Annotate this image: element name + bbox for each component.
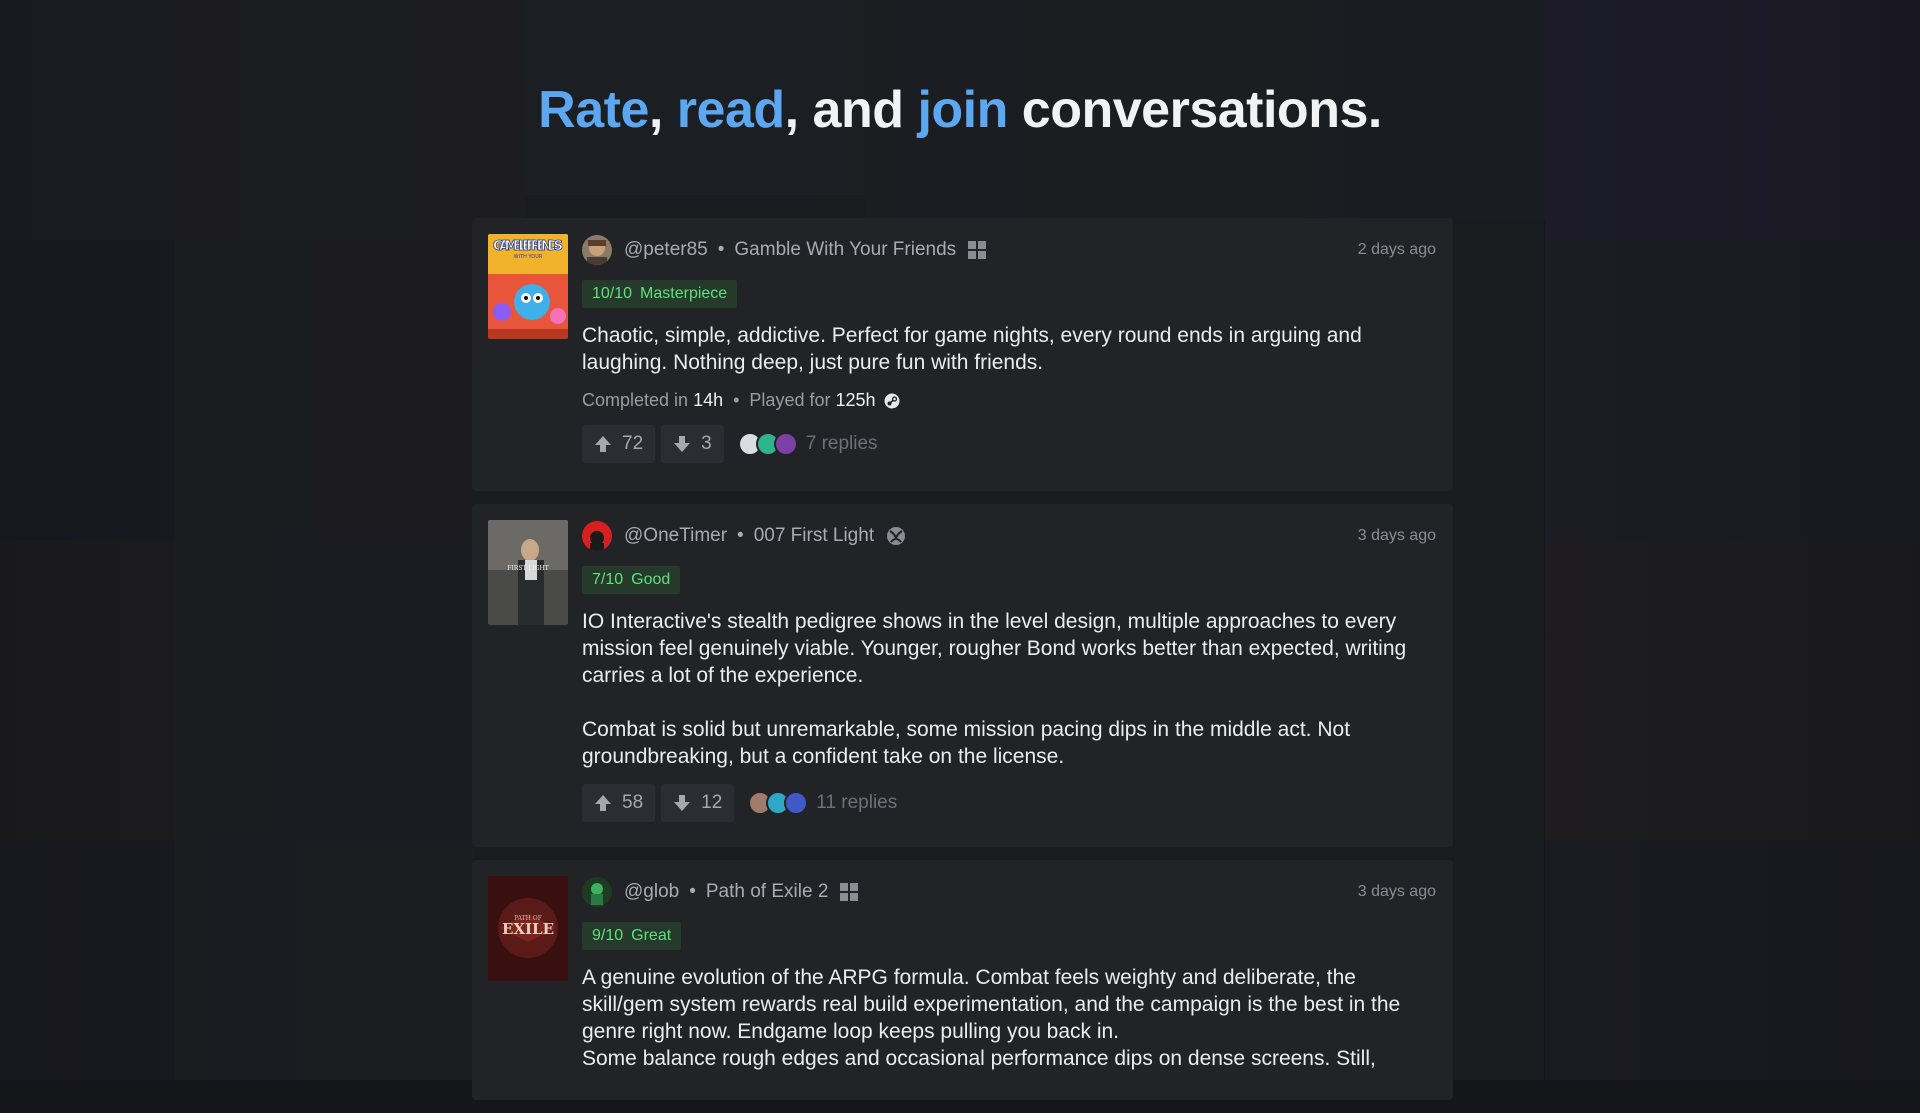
score-badge: 7/10 Good [582,566,680,594]
separator-dot: • [737,525,744,547]
score-value: 7/10 [592,571,623,588]
arrow-down-icon [673,435,691,453]
user-avatar[interactable] [582,235,612,265]
replies-link[interactable]: 7 replies [806,433,878,455]
steam-icon [884,393,900,409]
upvote-button[interactable]: 72 [582,425,655,463]
username-link[interactable]: @glob [624,881,679,903]
review-header: @OneTimer • 007 First Light 3 days ago [582,520,1436,552]
review-body: IO Interactive's stealth pedigree shows … [582,608,1436,770]
headline-word-join: join [917,81,1007,139]
review-timestamp: 2 days ago [1358,241,1436,259]
score-value: 9/10 [592,927,623,944]
cover-title-gamble: GAMBLE FRIENDS [493,239,563,254]
review-header: @peter85 • Gamble With Your Friends 2 da… [582,234,1436,266]
played-value: 125h [835,390,875,411]
review-timestamp: 3 days ago [1358,527,1436,545]
xbox-icon [886,526,906,546]
separator-dot: • [689,881,696,903]
score-verdict: Good [631,571,670,588]
replier-avatar [784,791,808,815]
username-link[interactable]: @peter85 [624,239,708,261]
game-cover-path-of-exile-2[interactable]: PATH OF EXILE [488,876,568,981]
separator-dot: • [733,390,739,411]
replier-avatar [774,432,798,456]
review-card[interactable]: FIRST LIGHT @OneTimer • 007 First Light … [472,504,1453,847]
score-badge: 9/10 Great [582,922,681,950]
review-body: Chaotic, simple, addictive. Perfect for … [582,322,1436,376]
review-card[interactable]: PATH OF EXILE @glob • Path of Exile 2 3 … [472,860,1453,1100]
game-title-link[interactable]: Gamble With Your Friends [734,239,956,261]
cover-title-small: WITH YOUR [514,254,543,260]
replier-avatars[interactable] [738,432,792,456]
downvote-count: 3 [701,433,712,455]
review-feed: GAMBLE FRIENDS WITH YOUR @peter85 • Gamb… [472,218,1453,1113]
headline-word-read: read [677,81,785,139]
arrow-down-icon [673,794,691,812]
score-value: 10/10 [592,285,632,302]
review-paragraph: Combat is solid but unremarkable, some m… [582,716,1436,770]
upvote-button[interactable]: 58 [582,784,655,822]
downvote-button[interactable]: 12 [661,784,734,822]
completed-value: 14h [693,390,723,411]
score-verdict: Masterpiece [640,285,727,302]
review-body: A genuine evolution of the ARPG formula.… [582,964,1436,1072]
headline-word-rate: Rate [538,81,649,139]
arrow-up-icon [594,435,612,453]
replies-link[interactable]: 11 replies [816,792,897,814]
completed-label: Completed in [582,390,688,411]
headline-sep: , and [785,81,918,139]
windows-icon [968,241,986,259]
review-actions: 72 3 7 replies [582,425,1436,463]
username-link[interactable]: @OneTimer [624,525,727,547]
replier-avatars[interactable] [748,791,802,815]
cover-title-exile: EXILE [502,920,554,938]
headline-sep: , [649,81,677,139]
review-paragraph: IO Interactive's stealth pedigree shows … [582,608,1436,689]
windows-icon [840,883,858,901]
game-cover-gamble-with-your-friends[interactable]: GAMBLE FRIENDS WITH YOUR [488,234,568,339]
upvote-count: 58 [622,792,643,814]
played-label: Played for [749,390,830,411]
review-timestamp: 3 days ago [1358,883,1436,901]
playtime-meta: Completed in14h • Played for125h [582,390,1436,411]
review-card[interactable]: GAMBLE FRIENDS WITH YOUR @peter85 • Gamb… [472,218,1453,491]
upvote-count: 72 [622,433,643,455]
review-paragraph: Some balance rough edges and occasional … [582,1045,1436,1072]
review-header: @glob • Path of Exile 2 3 days ago [582,876,1436,908]
game-cover-007-first-light[interactable]: FIRST LIGHT [488,520,568,625]
downvote-count: 12 [701,792,722,814]
review-paragraph: Chaotic, simple, addictive. Perfect for … [582,322,1436,376]
headline-rest: conversations. [1008,81,1382,139]
page-headline: Rate, read, and join conversations. [0,80,1920,140]
arrow-up-icon [594,794,612,812]
user-avatar[interactable] [582,521,612,551]
score-verdict: Great [631,927,671,944]
review-actions: 58 12 11 replies [582,784,1436,822]
downvote-button[interactable]: 3 [661,425,724,463]
game-title-link[interactable]: 007 First Light [754,525,874,547]
user-avatar[interactable] [582,877,612,907]
game-title-link[interactable]: Path of Exile 2 [706,881,829,903]
score-badge: 10/10 Masterpiece [582,280,737,308]
separator-dot: • [718,239,725,261]
review-paragraph: A genuine evolution of the ARPG formula.… [582,964,1436,1045]
cover-title-first-light: FIRST LIGHT [507,565,548,572]
